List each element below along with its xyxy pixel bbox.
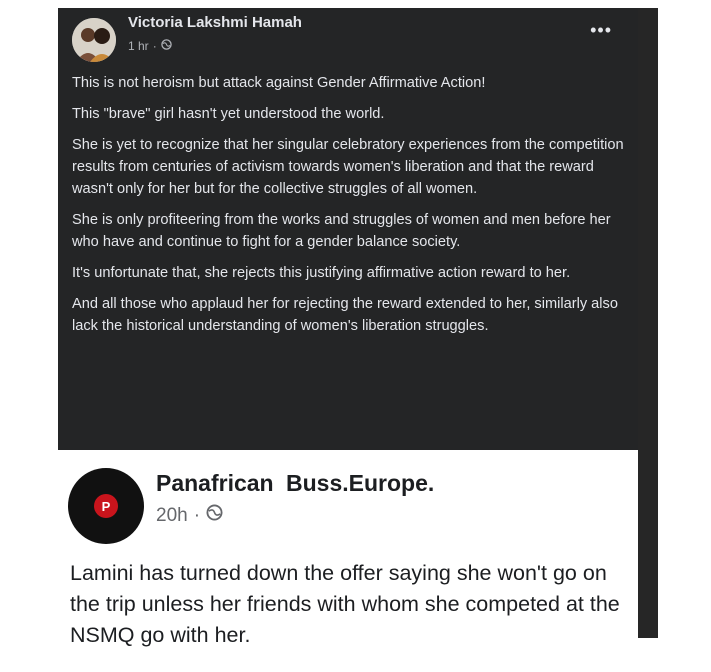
post-time[interactable]: 1 hr [128, 39, 149, 53]
quoted-author-avatar[interactable]: P [68, 468, 144, 544]
quoted-text: Lamini has turned down the offer saying … [70, 561, 620, 647]
meta-separator: · [152, 39, 157, 53]
quoted-meta-separator: · [193, 504, 201, 526]
post-paragraph: This "brave" girl hasn't yet understood … [72, 106, 385, 122]
panafrican-logo: P [94, 494, 118, 518]
globe-icon [206, 504, 223, 527]
edge-strip [638, 8, 658, 638]
post-paragraph: And all those who applaud her for reject… [72, 296, 618, 334]
quoted-time[interactable]: 20h [156, 505, 188, 527]
quoted-author-name[interactable]: Panafrican Buss.Europe. [156, 470, 434, 497]
post-paragraph: It's unfortunate that, she rejects this … [72, 265, 571, 281]
author-name[interactable]: Victoria Lakshmi Hamah [128, 14, 302, 31]
quoted-post: P Panafrican Buss.Europe. 20h · Lamini h… [58, 450, 638, 672]
facebook-post: Victoria Lakshmi Hamah 1 hr · ••• This i… [58, 8, 656, 450]
post-body: This is not heroism but attack against G… [72, 72, 632, 346]
quoted-meta: 20h · [156, 504, 223, 527]
post-paragraph: She is only profiteering from the works … [72, 212, 611, 250]
more-options-icon[interactable]: ••• [590, 20, 612, 41]
post-paragraph: This is not heroism but attack against G… [72, 75, 486, 91]
author-avatar[interactable] [72, 18, 116, 62]
post-paragraph: She is yet to recognize that her singula… [72, 137, 624, 197]
globe-icon [160, 39, 172, 53]
post-meta: 1 hr · [128, 39, 172, 53]
